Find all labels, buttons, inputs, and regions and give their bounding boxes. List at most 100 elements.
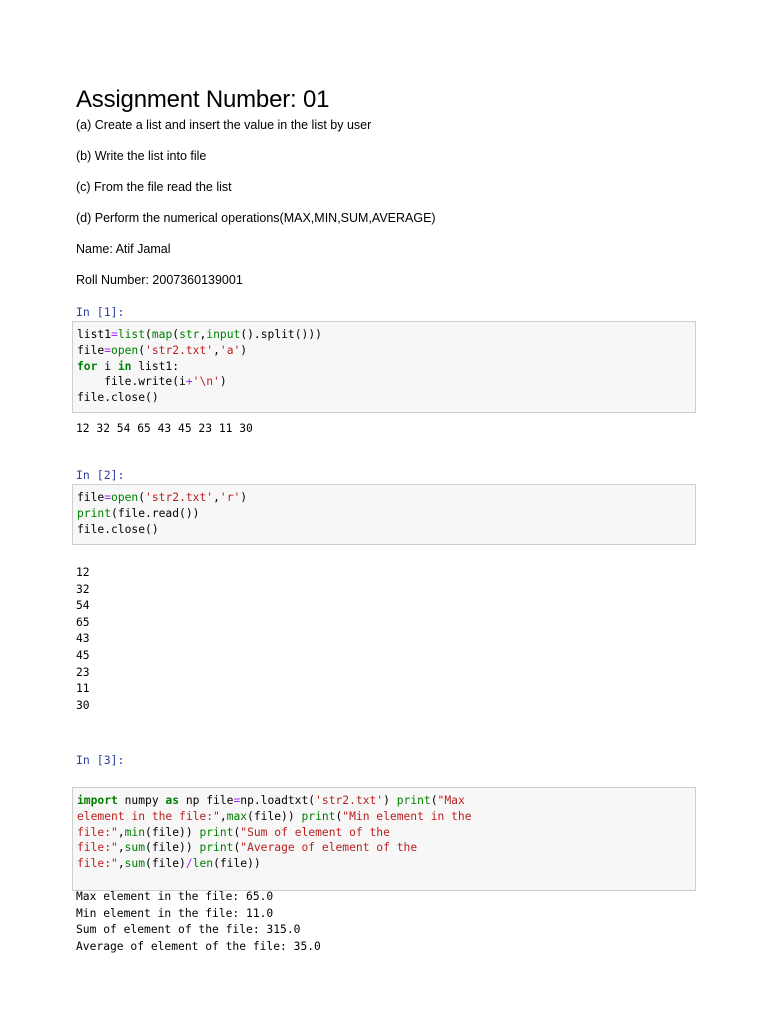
code-token: 'str2.txt': [145, 343, 214, 357]
code-token: str: [179, 328, 200, 341]
code-token: file:": [77, 825, 118, 839]
output-line: 43: [76, 632, 90, 646]
code-token: (file)): [145, 841, 200, 855]
code-cell-3[interactable]: import numpy as np file=np.loadtxt('str2…: [72, 787, 696, 891]
code-token: ,: [117, 857, 125, 871]
code-line: file=open('str2.txt','a'): [77, 343, 691, 359]
student-name: Name: Atif Jamal: [76, 242, 171, 256]
code-token: 'r': [219, 491, 241, 504]
code-line: import numpy as np file=np.loadtxt('str2…: [77, 793, 691, 809]
code-token: ): [240, 491, 248, 504]
cell-prompt-2: In [2]:: [76, 468, 125, 482]
code-token: print: [199, 825, 234, 839]
task-c: (c) From the file read the list: [76, 180, 232, 194]
code-token: "Min element in the: [342, 809, 472, 823]
code-token: "Average of element of the: [240, 841, 418, 855]
code-token: (: [430, 794, 438, 807]
code-token: print: [199, 841, 234, 855]
cell-output-3: Max element in the file: 65.0 Min element…: [76, 889, 321, 955]
code-token: ): [383, 794, 397, 807]
code-token: list1:: [131, 359, 180, 373]
cell-prompt-1: In [1]:: [76, 305, 125, 319]
code-token: max: [226, 809, 248, 823]
code-token: file: [77, 491, 105, 504]
code-token: (: [145, 328, 152, 341]
output-line: 12: [76, 566, 90, 579]
code-line: file=open('str2.txt','r'): [77, 490, 691, 506]
output-line: Min element in the file: 11.0: [76, 906, 274, 920]
output-line: Average of element of the file: 35.0: [76, 939, 321, 953]
code-token: ,: [117, 825, 125, 839]
cell-output-1: 12 32 54 65 43 45 23 11 30: [76, 421, 253, 438]
code-token: file:": [77, 841, 118, 855]
code-token: as: [165, 794, 180, 807]
code-token: import: [77, 794, 118, 807]
code-line: for i in list1:: [77, 359, 691, 375]
output-line: 30: [76, 698, 90, 712]
output-line: Sum of element of the file: 315.0: [76, 923, 301, 937]
code-cell-1[interactable]: list1=list(map(str,input().split())) file…: [72, 321, 696, 413]
cell-output-2: 12 32 54 65 43 45 23 11 30: [76, 565, 90, 714]
code-token: =: [111, 328, 118, 341]
output-line: 45: [76, 648, 90, 662]
output-line: 65: [76, 615, 90, 629]
code-token: print: [77, 506, 112, 520]
code-token: =: [104, 343, 112, 357]
code-line: element in the file:",max(file)) print("…: [77, 809, 691, 825]
code-token: ,: [213, 343, 220, 357]
output-line: 23: [76, 665, 90, 679]
code-token: file:": [77, 857, 118, 871]
code-token: ): [219, 375, 227, 389]
code-token: list1: [77, 328, 112, 341]
code-token: numpy: [117, 794, 166, 807]
code-line: file:",sum(file)) print("Average of elem…: [77, 840, 691, 856]
roll-number: Roll Number: 2007360139001: [76, 273, 243, 287]
code-token: for: [77, 359, 98, 373]
code-token: ): [240, 343, 248, 357]
code-token: (file.read()): [111, 506, 200, 520]
code-token: '\n': [192, 375, 220, 389]
code-token: sum: [124, 857, 146, 871]
code-token: (file)): [247, 809, 302, 823]
code-token: 'str2.txt': [315, 794, 384, 807]
code-token: element in the file:": [77, 809, 220, 823]
code-line: file.close(): [77, 390, 691, 406]
code-token: (file): [145, 857, 186, 871]
code-token: i: [97, 359, 118, 373]
code-token: list: [117, 328, 146, 341]
code-token: np file: [179, 794, 234, 807]
code-line: file:",sum(file)/len(file)): [77, 856, 691, 872]
task-d: (d) Perform the numerical operations(MAX…: [76, 211, 436, 225]
code-token: /: [185, 857, 193, 871]
code-token: sum: [124, 841, 146, 855]
code-token: file.close(): [77, 522, 159, 536]
task-b: (b) Write the list into file: [76, 149, 207, 163]
code-token: in: [117, 359, 132, 373]
code-token: ,: [219, 809, 227, 823]
code-token: open: [111, 343, 139, 357]
code-token: file.close(): [77, 391, 159, 405]
output-line: 32: [76, 582, 90, 596]
code-line: list1=list(map(str,input().split())): [77, 327, 691, 343]
code-token: input: [206, 328, 241, 341]
code-token: (file)): [213, 857, 261, 871]
cell-prompt-3: In [3]:: [76, 753, 125, 767]
code-token: (file)): [145, 825, 200, 839]
code-token: =: [104, 491, 112, 504]
code-token: ,: [213, 491, 220, 504]
code-token: ().split())): [240, 328, 322, 341]
code-line: print(file.read()): [77, 506, 691, 522]
page-title: Assignment Number: 01: [76, 86, 330, 113]
code-cell-2[interactable]: file=open('str2.txt','r') print(file.read…: [72, 484, 696, 545]
code-line: file.close(): [77, 522, 691, 538]
code-line: file:",min(file)) print("Sum of element …: [77, 825, 691, 841]
output-line: 11: [76, 682, 90, 696]
code-token: len: [192, 857, 214, 871]
code-token: 'a': [219, 343, 241, 357]
code-line: file.write(i+'\n'): [77, 374, 691, 390]
output-line: 12 32 54 65 43 45 23 11 30: [76, 422, 253, 435]
code-token: 'str2.txt': [145, 491, 214, 504]
code-token: ,: [117, 841, 125, 855]
code-token: print: [301, 809, 336, 823]
code-token: file: [77, 343, 105, 357]
